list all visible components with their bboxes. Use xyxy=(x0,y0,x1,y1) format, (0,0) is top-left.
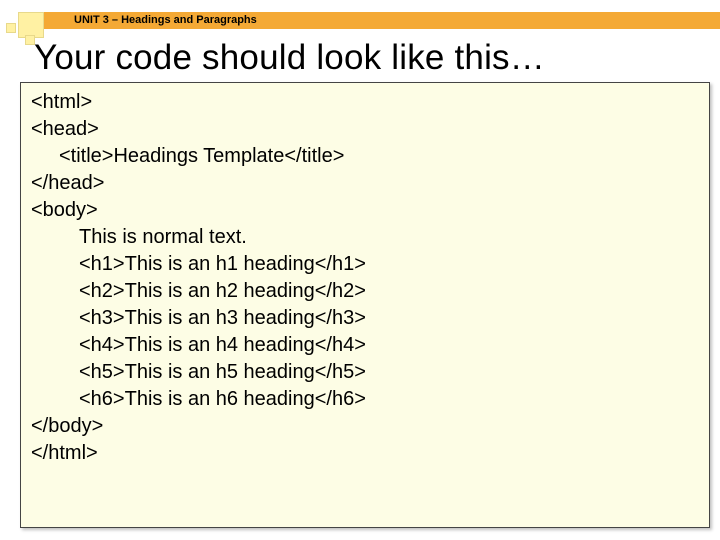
code-line: <h3>This is an h3 heading</h3> xyxy=(31,305,699,332)
code-line: <h6>This is an h6 heading</h6> xyxy=(31,386,699,413)
decor-square-small-1 xyxy=(6,23,16,33)
code-line: </html> xyxy=(31,440,699,467)
unit-label: UNIT 3 – Headings and Paragraphs xyxy=(74,14,257,26)
code-example-box: <html> <head> <title>Headings Template</… xyxy=(20,82,710,528)
code-line: <body> xyxy=(31,197,699,224)
code-line: <head> xyxy=(31,116,699,143)
code-line: </head> xyxy=(31,170,699,197)
code-line: This is normal text. xyxy=(31,224,699,251)
code-line: </body> xyxy=(31,413,699,440)
code-line: <h5>This is an h5 heading</h5> xyxy=(31,359,699,386)
code-line: <html> xyxy=(31,89,699,116)
slide-title: Your code should look like this… xyxy=(34,38,545,78)
code-line: <h1>This is an h1 heading</h1> xyxy=(31,251,699,278)
code-line: <title>Headings Template</title> xyxy=(31,143,699,170)
code-line: <h2>This is an h2 heading</h2> xyxy=(31,278,699,305)
code-line: <h4>This is an h4 heading</h4> xyxy=(31,332,699,359)
